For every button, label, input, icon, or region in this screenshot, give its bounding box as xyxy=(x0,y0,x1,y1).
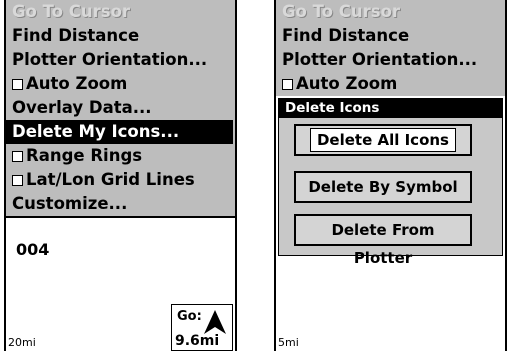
go-to-box: Go: 9.6mi xyxy=(171,304,233,351)
menu-item-find-distance[interactable]: Find Distance xyxy=(276,24,505,48)
menu-item-auto-zoom[interactable]: Auto Zoom xyxy=(6,72,235,96)
menu-item-customize[interactable]: Customize... xyxy=(6,192,235,216)
waypoint-label: 004 xyxy=(16,240,50,259)
delete-from-plotter-button[interactable]: Delete From Plotter xyxy=(294,214,472,267)
menu-item-overlay-data[interactable]: Overlay Data... xyxy=(6,96,235,120)
left-context-menu: Go To Cursor Find Distance Plotter Orien… xyxy=(6,0,235,218)
menu-item-plotter-orientation[interactable]: Plotter Orientation... xyxy=(6,48,235,72)
north-arrow-icon xyxy=(204,310,226,334)
go-label: Go: xyxy=(177,309,202,324)
go-distance: 9.6mi xyxy=(175,333,220,349)
delete-all-icons-button[interactable]: Delete All Icons xyxy=(294,124,472,156)
delete-icons-dialog: Delete Icons Delete All Icons Delete By … xyxy=(278,98,503,267)
range-rings-checkbox[interactable] xyxy=(12,151,23,162)
dialog-title: Delete Icons xyxy=(279,99,502,118)
map-scale: 5mi xyxy=(278,336,299,349)
menu-item-find-distance[interactable]: Find Distance xyxy=(6,24,235,48)
right-context-menu: Go To Cursor Find Distance Plotter Orien… xyxy=(276,0,505,96)
auto-zoom-checkbox[interactable] xyxy=(282,79,293,90)
menu-item-lat-lon-grid-lines[interactable]: Lat/Lon Grid Lines xyxy=(6,168,235,192)
menu-item-range-rings[interactable]: Range Rings xyxy=(6,144,235,168)
menu-item-go-to-cursor[interactable]: Go To Cursor xyxy=(6,0,235,24)
left-screen: Go To Cursor Find Distance Plotter Orien… xyxy=(4,0,237,351)
menu-item-plotter-orientation[interactable]: Plotter Orientation... xyxy=(276,48,505,72)
menu-item-delete-my-icons[interactable]: Delete My Icons... xyxy=(6,120,233,144)
map-scale: 20mi xyxy=(8,336,36,349)
menu-item-go-to-cursor[interactable]: Go To Cursor xyxy=(276,0,505,24)
lat-lon-grid-checkbox[interactable] xyxy=(12,175,23,186)
delete-by-symbol-button[interactable]: Delete By Symbol xyxy=(294,171,472,203)
menu-item-auto-zoom[interactable]: Auto Zoom xyxy=(276,72,505,96)
auto-zoom-checkbox[interactable] xyxy=(12,79,23,90)
right-screen: Go To Cursor Find Distance Plotter Orien… xyxy=(274,0,507,351)
